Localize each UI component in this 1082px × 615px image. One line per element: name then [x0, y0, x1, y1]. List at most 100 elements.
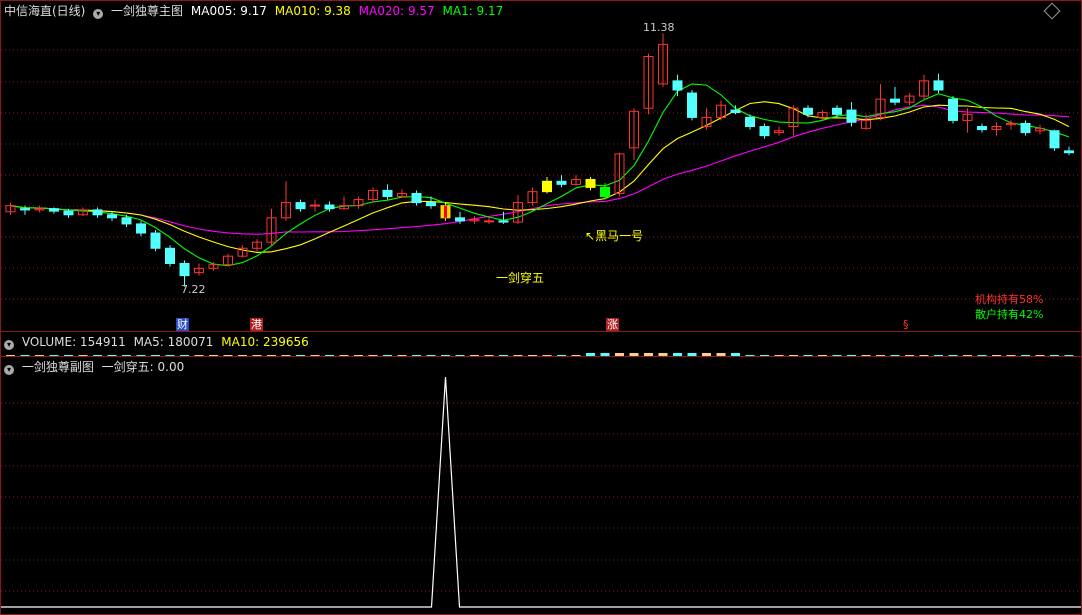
indicator-menu-icon[interactable]: ▾ [93, 9, 104, 19]
volume-bar [441, 355, 450, 356]
candle-body [933, 80, 944, 91]
volume-bar [354, 355, 363, 356]
volume-bar [789, 355, 798, 356]
candle-body [1064, 150, 1074, 154]
event-tag-rise[interactable]: 涨 [606, 318, 619, 331]
sub-value-label: 一剑穿五: 0.00 [101, 360, 185, 374]
volume-bar [194, 355, 204, 356]
sub-header: ▾ 一剑独尊副图 一剑穿五: 0.00 [4, 359, 188, 375]
volume-bar [513, 355, 523, 356]
volume-bar [629, 353, 639, 356]
volume-bar [890, 355, 900, 356]
volume-bar [774, 355, 784, 356]
event-tag-dollar[interactable]: § [902, 318, 910, 331]
stock-title[interactable]: 中信海直(日线) [4, 4, 85, 18]
candle-body [498, 220, 509, 223]
candle-body [179, 262, 190, 277]
candle-body [136, 223, 146, 234]
volume-bar [1035, 355, 1045, 356]
volume-bar [673, 353, 682, 356]
volume-bar [992, 355, 1001, 356]
candle-body [484, 220, 494, 223]
candle-body [150, 232, 161, 249]
ma010-label: MA010: 9.38 [274, 4, 351, 18]
volume-bar [310, 355, 320, 356]
volume-bar [1064, 355, 1074, 356]
main-indicator-name[interactable]: 一剑独尊主图 [111, 4, 183, 18]
volume-bar [20, 355, 30, 356]
volume-bar [383, 355, 392, 356]
candle-body [948, 98, 958, 121]
candle-body [1049, 130, 1060, 149]
sub-menu-icon[interactable]: ▾ [4, 365, 14, 375]
volume-bar [484, 355, 494, 356]
volume-bar [760, 355, 769, 356]
volume-bar [267, 355, 276, 356]
candle-body [803, 107, 813, 115]
candle-body [310, 204, 320, 207]
candle-body [745, 116, 755, 128]
volume-bar [571, 355, 581, 356]
volume-bar [339, 355, 349, 356]
candle-body [759, 126, 770, 137]
volume-bar [876, 355, 885, 356]
candle-body [730, 109, 741, 114]
volume-bar [209, 355, 218, 356]
volume-bar [847, 355, 856, 356]
signal-yijian-label: 一剑穿五 [496, 271, 545, 285]
volume-bar [296, 355, 305, 356]
volume-bar [325, 355, 334, 356]
volume-bar [818, 355, 827, 356]
candle-body [977, 126, 987, 131]
event-tag-finance[interactable]: 财 [176, 318, 189, 331]
ma20-line [10, 104, 1070, 235]
candle-body [832, 107, 842, 115]
volume-bar [238, 355, 247, 356]
volume-bar [122, 355, 131, 356]
volume-bar [934, 355, 943, 356]
volume-bar [658, 353, 668, 356]
volume-bar [64, 355, 73, 356]
volume-bar [426, 355, 436, 356]
volume-bar [223, 355, 233, 356]
volume-bar [151, 355, 160, 356]
volume-bar [136, 355, 146, 356]
volume-bar [615, 353, 624, 356]
candle-body [1020, 122, 1031, 134]
volume-bar [107, 355, 117, 356]
ma10-line [10, 101, 1070, 253]
volume-bar [252, 355, 262, 356]
candle-body [107, 214, 117, 219]
candle-body [165, 247, 175, 264]
volume-bar [6, 355, 15, 356]
volume-bar [1021, 355, 1030, 356]
sub-indicator-name[interactable]: 一剑独尊副图 [22, 360, 94, 374]
candle-body [455, 217, 465, 222]
volume-header: ▾ VOLUME: 154911 MA5: 180071 MA10: 23965… [4, 334, 313, 350]
volume-bar [687, 353, 697, 356]
event-tag-hk[interactable]: 港 [250, 318, 263, 331]
volume-bar [49, 355, 59, 356]
volume-bar [702, 353, 711, 356]
signal-heima-label: ↖黑马一号 [585, 229, 644, 243]
volume-bar [455, 355, 465, 356]
low-price-label: 7.22 [181, 283, 206, 296]
candle-body [426, 202, 436, 207]
volume-menu-icon[interactable]: ▾ [4, 340, 14, 350]
candle-body [687, 92, 697, 118]
volume-bar [78, 355, 88, 356]
ma005-label: MA005: 9.17 [190, 4, 267, 18]
candle-body [542, 180, 552, 193]
volume-ma10: MA10: 239656 [221, 335, 309, 349]
volume-bar [644, 353, 653, 356]
volume-bar [35, 355, 44, 356]
volume-bar [977, 355, 987, 356]
volume-bar [542, 355, 552, 356]
main-header: 中信海直(日线) ▾ 一剑独尊主图 MA005: 9.17 MA010: 9.3… [4, 3, 507, 19]
volume-bar [919, 355, 929, 356]
candle-body [846, 109, 857, 123]
volume-bar [368, 355, 378, 356]
candle-body [324, 204, 335, 210]
chart-canvas [1, 33, 1081, 608]
volume-bar [180, 355, 189, 356]
